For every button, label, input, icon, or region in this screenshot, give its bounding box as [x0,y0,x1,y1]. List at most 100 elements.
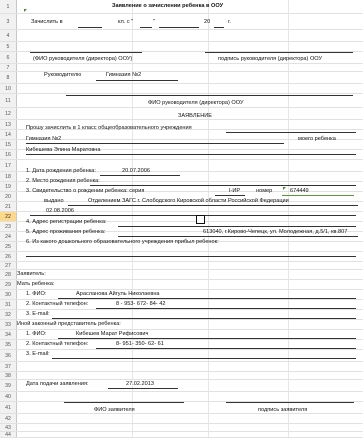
mother-name-value[interactable]: Арасланова Айгуль Николаевна [76,291,160,298]
sheet-row: 38 [0,372,363,380]
row-number[interactable]: 12 [0,108,16,119]
row-number[interactable]: 3 [0,14,16,29]
row-number[interactable]: 38 [0,372,16,379]
guardian-phone-value[interactable]: 8- 951- 350- 62- 61 [116,341,164,348]
year-field[interactable] [214,27,224,28]
sheet-row: 44 [0,432,363,438]
row-number[interactable]: 13 [0,120,16,129]
guardian-email-label: 3. E-mail: [26,351,50,357]
mother-phone-value[interactable]: 8 - 953- 672- 84- 42 [116,301,165,308]
row-number[interactable]: 41 [0,402,16,413]
birth-date-value[interactable]: 20.07.2006 [122,168,150,175]
row-number[interactable]: 4 [0,30,16,41]
birth-place-label: 2. Место рождения ребенка: [26,178,100,184]
row-number[interactable]: 43 [0,424,16,431]
enroll-year: 20 [204,19,211,25]
guardian-phone-label: 2. Контактный телефон: [26,341,89,347]
guardian-name-value[interactable]: Кибешев Марат Рифисович [76,331,148,338]
my-child-text: моего ребенка [298,136,336,142]
row-number[interactable]: 14 [0,130,16,139]
certificate-number[interactable]: 674449 [290,188,309,195]
row-number[interactable]: 17 [0,160,16,171]
institution-value[interactable]: Гимназия №2 [26,136,61,143]
row-number[interactable]: 6 [0,52,16,63]
month-field[interactable] [159,27,199,28]
mother-email-line[interactable] [52,318,356,319]
request-text: Прошу зачислить в 1 класс общеобразовате… [26,125,192,131]
class-field[interactable] [78,27,102,28]
director-name-line[interactable] [66,95,353,96]
row-number[interactable]: 5 [0,42,16,51]
sheet-row: 10 [0,84,363,94]
row-number[interactable]: 36 [0,350,16,361]
enroll-prefix: Зачислить в [31,19,63,25]
row-number[interactable]: 16 [0,150,16,159]
row-number[interactable]: 44 [0,432,16,438]
mother-name-line [58,298,356,299]
row-number[interactable]: 11 [0,94,16,107]
row-number[interactable]: 24 [0,232,16,241]
row-number[interactable]: 18 [0,172,16,181]
row-number[interactable]: 32 [0,310,16,319]
issue-date[interactable]: 02.08.2006 [46,208,74,215]
row-number[interactable]: 35 [0,340,16,349]
row-number[interactable]: 28 [0,270,16,279]
row-number[interactable]: 39 [0,380,16,391]
row-number[interactable]: 21 [0,202,16,211]
applicant-name-line[interactable] [64,402,184,403]
row-number[interactable]: 40 [0,392,16,401]
sheet-row: 7 [0,64,363,72]
row-number[interactable]: 33 [0,320,16,329]
mother-phone-label: 2. Контактный телефон: [26,301,89,307]
preschool-line[interactable] [26,256,356,257]
residence-address-value[interactable]: 613040, г.Кирово-Чепецк, ул. Молодежная,… [203,229,347,236]
submission-date-value[interactable]: 27.02.2013 [126,381,154,388]
issued-by-label: выдано [44,198,64,204]
row-number[interactable]: 15 [0,140,16,149]
row-number[interactable]: 8 [0,72,16,83]
preschool-label: 6. Из какого дошкольного образовательног… [26,239,219,245]
row-number[interactable]: 1 [0,0,16,13]
row-number[interactable]: 19 [0,182,16,191]
cell-comment-marker [24,9,27,12]
row-number[interactable]: 7 [0,64,16,71]
row-number[interactable]: 31 [0,300,16,309]
day-field[interactable] [140,27,152,28]
registration-address-line[interactable] [118,226,356,227]
row-number[interactable]: 30 [0,290,16,299]
institution-underline [26,143,284,144]
applicant-signature-caption: подпись заявителя [258,407,308,413]
selected-cell-box[interactable] [196,215,205,224]
sheet-row: 26 [0,252,363,262]
row-number[interactable]: 27 [0,262,16,269]
residence-address-line [118,236,358,237]
child-name-line [26,154,356,155]
applicant-signature-line[interactable] [226,402,354,403]
other-guardian-heading: Иной законный представитель ребенка: [17,321,121,327]
spreadsheet: 1 3 4 5 6 7 8 10 11 12 13 14 15 16 17 18 19 20 21 22 23 24 25 2… [0,0,363,438]
guardian-name-label: 1. ФИО: [26,331,47,337]
guardian-email-line[interactable] [52,358,356,359]
issued-by-line [68,205,358,206]
sheet-row: 42 [0,414,363,424]
issued-by-value[interactable]: Отделением ЗАГС г. Слободского Кировской… [88,198,289,205]
applicant-heading: Заявитель: [17,271,46,277]
row-number[interactable]: 23 [0,222,16,231]
addressee-school[interactable]: Гимназия №2 [106,72,141,79]
row-number[interactable]: 20 [0,192,16,201]
row-number[interactable]: 34 [0,330,16,339]
row-number[interactable]: 10 [0,84,16,93]
birth-place-line[interactable] [90,185,356,186]
row-number[interactable]: 26 [0,252,16,261]
director-signature-line-right[interactable] [205,52,353,53]
certificate-series-line [215,195,245,196]
statement-heading: ЗАЯВЛЕНИЕ [178,113,213,119]
director-signature-line[interactable] [30,52,142,53]
row-number[interactable]: 29 [0,280,16,289]
certificate-series[interactable]: I-ИР [229,188,240,195]
row-number[interactable]: 22 [0,212,16,221]
row-number[interactable]: 42 [0,414,16,423]
row-number[interactable]: 25 [0,242,16,251]
row-number[interactable]: 37 [0,362,16,371]
child-name[interactable]: Кибешева Элина Маратовна [26,147,101,154]
